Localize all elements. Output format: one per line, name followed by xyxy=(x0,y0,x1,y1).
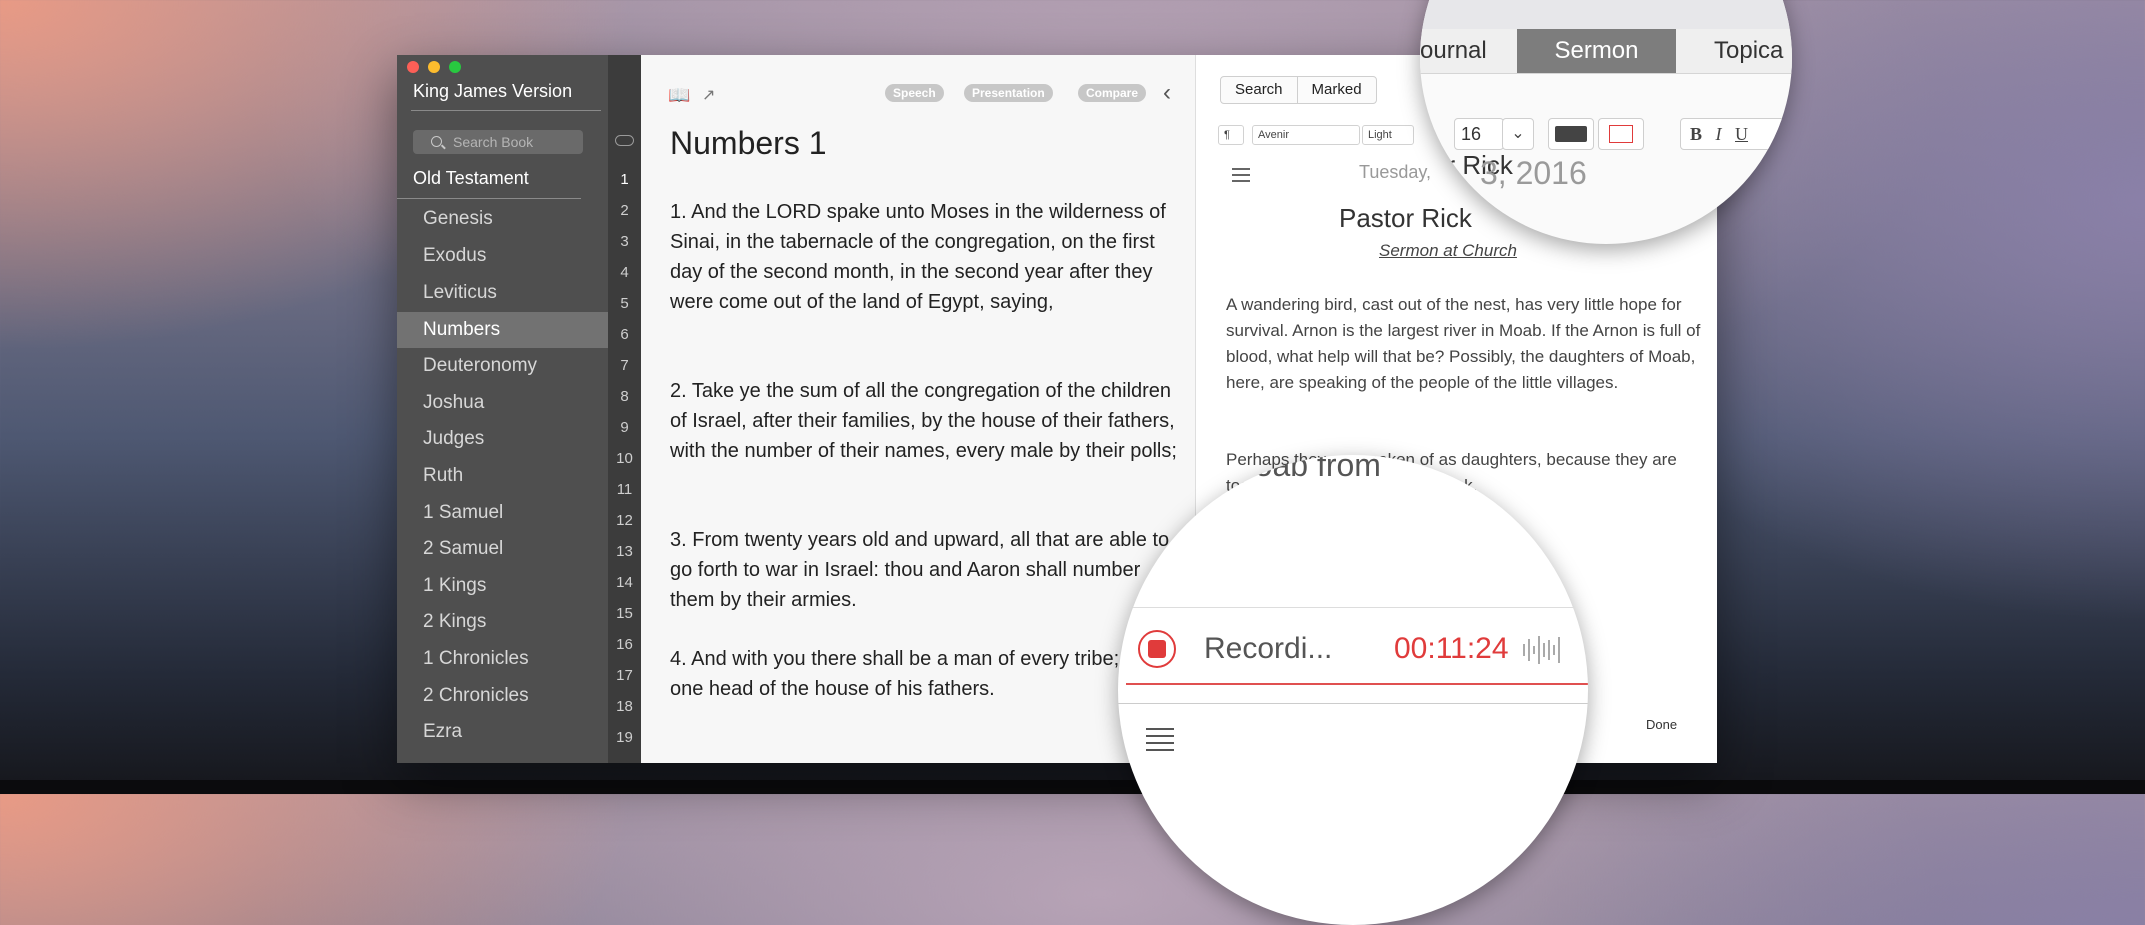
verse-number[interactable]: 18 xyxy=(608,698,641,715)
tab-topical[interactable]: Topica xyxy=(1714,29,1783,73)
bible-version-title[interactable]: King James Version xyxy=(413,81,572,102)
book-item[interactable]: 1 Chronicles xyxy=(397,641,608,677)
book-item[interactable]: Exodus xyxy=(397,238,608,274)
verse-number[interactable]: 12 xyxy=(608,512,641,529)
recording-label: Recordi... xyxy=(1204,632,1333,665)
magnified-titlebar xyxy=(1420,0,1792,29)
book-item[interactable]: Ezra xyxy=(397,714,608,750)
recording-timer: 00:11:24 xyxy=(1394,632,1509,665)
book-item-selected[interactable]: Numbers xyxy=(397,312,608,348)
magnified-text: Moab from xyxy=(1228,455,1381,483)
search-placeholder: Search Book xyxy=(453,134,534,150)
verse-number[interactable]: 4 xyxy=(608,264,641,281)
verse-number[interactable]: 11 xyxy=(608,481,641,498)
bible-reader-pane: 📖 ↗ Speech Presentation Compare ‹ Number… xyxy=(641,55,1195,763)
highlight-color-icon[interactable] xyxy=(1598,118,1644,150)
verse-number[interactable]: 6 xyxy=(608,326,641,343)
recording-progress-line xyxy=(1126,683,1588,685)
note-title[interactable]: Pastor Rick xyxy=(1339,203,1472,234)
presentation-button[interactable]: Presentation xyxy=(964,84,1053,102)
verse-text[interactable]: 2. Take ye the sum of all the congregati… xyxy=(670,376,1180,466)
book-item[interactable]: Judges xyxy=(397,421,608,457)
verse-text[interactable]: 1. And the LORD spake unto Moses in the … xyxy=(670,197,1180,317)
verse-number[interactable]: 2 xyxy=(608,202,641,219)
verse-number[interactable]: 14 xyxy=(608,574,641,591)
verse-text[interactable]: 3. From twenty years old and upward, all… xyxy=(670,525,1180,615)
window-controls xyxy=(407,61,461,73)
verse-number-column: 1 2 3 4 5 6 7 8 9 10 11 12 13 14 15 16 1… xyxy=(608,55,641,763)
book-item[interactable]: 2 Samuel xyxy=(397,531,608,567)
verse-number[interactable]: 9 xyxy=(608,419,641,436)
font-weight-select[interactable]: Light xyxy=(1362,125,1414,145)
book-item[interactable]: Ruth xyxy=(397,458,608,494)
verse-number[interactable]: 19 xyxy=(608,729,641,746)
verse-number[interactable]: 16 xyxy=(608,636,641,653)
book-sidebar: King James Version Search Book Old Testa… xyxy=(397,55,608,763)
verse-number[interactable]: 3 xyxy=(608,233,641,250)
divider xyxy=(411,110,601,111)
verse-number[interactable]: 1 xyxy=(608,171,641,188)
open-book-icon[interactable]: 📖 xyxy=(668,85,690,106)
list-icon[interactable] xyxy=(1232,168,1250,186)
paragraph-style-select[interactable]: ¶ xyxy=(1218,125,1244,145)
chapter-title: Numbers 1 xyxy=(670,125,827,161)
desktop-bottom-edge xyxy=(0,780,2145,794)
done-button[interactable]: Done xyxy=(1646,717,1677,732)
verse-number[interactable]: 8 xyxy=(608,388,641,405)
verse-number[interactable]: 7 xyxy=(608,357,641,374)
magnified-date: 3, 2016 xyxy=(1480,155,1587,191)
book-item[interactable]: Genesis xyxy=(397,201,608,237)
close-window-button[interactable] xyxy=(407,61,419,73)
book-item[interactable]: 2 Kings xyxy=(397,604,608,640)
book-item[interactable]: 1 Samuel xyxy=(397,495,608,531)
divider xyxy=(1118,607,1588,608)
book-item[interactable]: 2 Chronicles xyxy=(397,678,608,714)
note-paragraph[interactable]: A wandering bird, cast out of the nest, … xyxy=(1226,292,1701,396)
testament-header[interactable]: Old Testament xyxy=(413,168,529,189)
verse-number[interactable]: 15 xyxy=(608,605,641,622)
book-search-field[interactable]: Search Book xyxy=(413,130,583,154)
chevron-down-icon[interactable]: ⌄ xyxy=(1502,118,1534,150)
book-item[interactable]: 1 Kings xyxy=(397,568,608,604)
audio-waveform xyxy=(1523,635,1560,665)
zoom-window-button[interactable] xyxy=(449,61,461,73)
search-icon xyxy=(431,136,442,147)
link-toggle-icon[interactable] xyxy=(615,135,634,146)
verse-number[interactable]: 10 xyxy=(608,450,641,467)
tab-marked[interactable]: Marked xyxy=(1298,77,1376,103)
text-color-button[interactable] xyxy=(1548,118,1594,150)
verse-number[interactable]: 13 xyxy=(608,543,641,560)
notes-tab-bar: Search Marked xyxy=(1220,76,1377,104)
speech-button[interactable]: Speech xyxy=(885,84,944,102)
chevron-left-icon[interactable]: ‹ xyxy=(1163,79,1171,107)
verse-text[interactable]: 4. And with you there shall be a man of … xyxy=(670,644,1180,704)
note-subtitle[interactable]: Sermon at Church xyxy=(1379,241,1517,261)
minimize-window-button[interactable] xyxy=(428,61,440,73)
tab-sermon[interactable]: Sermon xyxy=(1517,29,1676,73)
magnifier-bottom: Moab from Recordi... 00:11:24 xyxy=(1118,455,1588,925)
book-item[interactable]: Joshua xyxy=(397,385,608,421)
compare-button[interactable]: Compare xyxy=(1078,84,1147,102)
divider xyxy=(1118,703,1588,704)
divider xyxy=(397,198,581,199)
book-item[interactable]: Deuteronomy xyxy=(397,348,608,384)
stop-recording-button[interactable] xyxy=(1138,630,1176,668)
list-icon[interactable] xyxy=(1146,728,1174,756)
tab-journal[interactable]: ournal xyxy=(1420,29,1487,73)
font-size-field[interactable]: 16 xyxy=(1454,118,1504,150)
book-item[interactable]: Leviticus xyxy=(397,275,608,311)
verse-number[interactable]: 5 xyxy=(608,295,641,312)
collapse-arrows-icon[interactable]: ↗ xyxy=(702,85,715,105)
tab-search[interactable]: Search xyxy=(1221,77,1298,103)
text-style-buttons[interactable]: B I U xyxy=(1680,118,1792,150)
verse-number[interactable]: 17 xyxy=(608,667,641,684)
font-family-select[interactable]: Avenir xyxy=(1252,125,1360,145)
